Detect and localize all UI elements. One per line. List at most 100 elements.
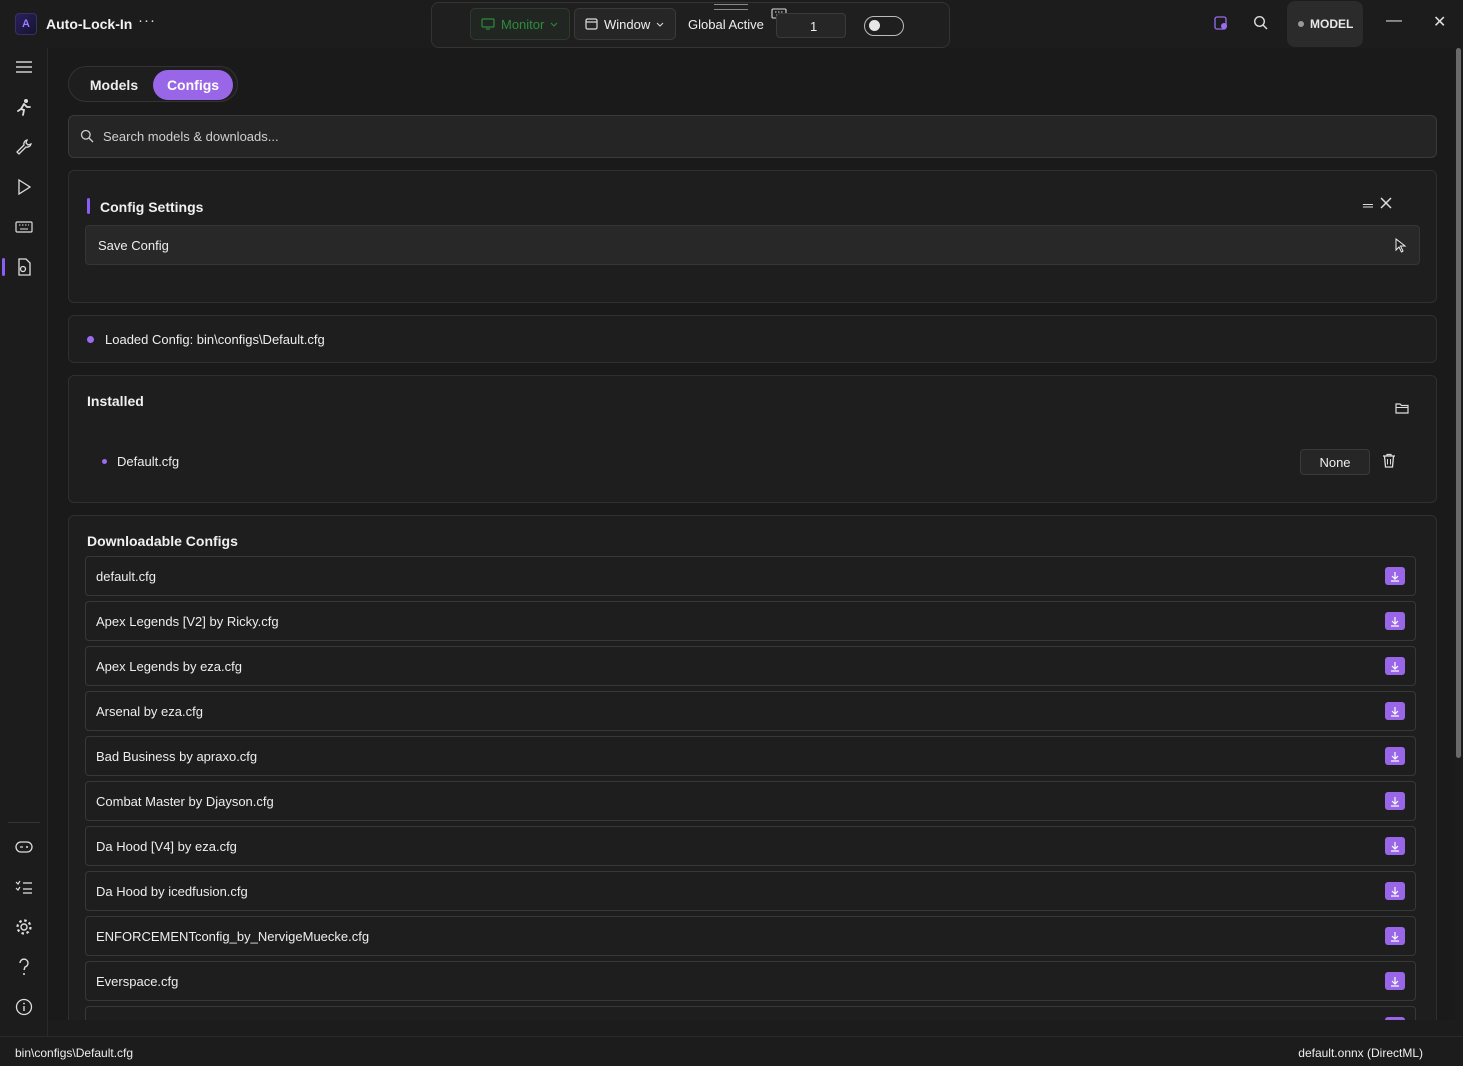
download-config-row[interactable]: Da Hood [V4] by eza.cfg xyxy=(85,826,1416,866)
more-menu-button[interactable]: ··· xyxy=(138,12,156,29)
status-model-info: default.onnx (DirectML) xyxy=(1298,1046,1423,1060)
download-config-name: ENFORCEMENTconfig_by_NervigeMuecke.cfg xyxy=(96,928,370,944)
download-config-row[interactable]: Everspace.cfg xyxy=(85,961,1416,1001)
search-icon xyxy=(80,129,94,143)
hotkey-input[interactable]: 1 xyxy=(776,13,846,38)
screen-record-icon[interactable] xyxy=(1213,15,1229,31)
download-config-row[interactable]: Arsenal by eza.cfg xyxy=(85,691,1416,731)
download-icon xyxy=(1391,841,1399,852)
download-icon xyxy=(1391,706,1399,717)
download-config-name: Combat Master by Djayson.cfg xyxy=(96,793,274,809)
scrollbar[interactable] xyxy=(1456,48,1461,758)
tab-configs[interactable]: Configs xyxy=(153,70,233,100)
search-icon[interactable] xyxy=(1253,15,1269,31)
minimize-button[interactable]: — xyxy=(1386,12,1402,30)
window-icon xyxy=(585,18,598,30)
sidebar-divider xyxy=(8,822,40,823)
gear-icon[interactable] xyxy=(15,918,33,936)
config-settings-title: Config Settings xyxy=(100,199,204,215)
runner-icon[interactable] xyxy=(15,98,33,116)
search-bar xyxy=(68,115,1437,158)
download-config-name: Everspace.cfg xyxy=(96,973,179,989)
download-config-row[interactable] xyxy=(85,1006,1416,1020)
download-icon xyxy=(1391,796,1399,807)
loaded-config-text: Loaded Config: bin\configs\Default.cfg xyxy=(105,331,325,347)
title-bar: A Auto-Lock-In ··· Monitor Window Global… xyxy=(0,0,1463,48)
download-button[interactable] xyxy=(1385,927,1405,945)
download-button[interactable] xyxy=(1385,837,1405,855)
download-config-name: Arsenal by eza.cfg xyxy=(96,703,203,719)
window-select-button[interactable]: Window xyxy=(574,8,676,40)
download-config-name: Apex Legends by eza.cfg xyxy=(96,658,242,674)
app-logo: A xyxy=(15,13,37,35)
wrench-icon[interactable] xyxy=(15,138,33,156)
installed-item[interactable]: Default.cfg xyxy=(102,454,179,469)
close-icon[interactable] xyxy=(1379,196,1393,210)
download-icon xyxy=(1391,886,1399,897)
window-label: Window xyxy=(604,16,651,32)
chevron-down-icon xyxy=(656,22,664,27)
folder-icon[interactable] xyxy=(1395,402,1409,414)
download-config-name: default.cfg xyxy=(96,568,156,584)
search-input[interactable] xyxy=(103,116,1403,157)
download-config-row[interactable]: ENFORCEMENTconfig_by_NervigeMuecke.cfg xyxy=(85,916,1416,956)
config-settings-panel: Config Settings ═ Save Config xyxy=(68,170,1437,303)
download-icon xyxy=(1391,976,1399,987)
tab-models[interactable]: Models xyxy=(75,70,153,100)
download-icon xyxy=(1391,751,1399,762)
download-button[interactable] xyxy=(1385,882,1405,900)
download-config-name: Apex Legends [V2] by Ricky.cfg xyxy=(96,613,279,629)
play-icon[interactable] xyxy=(15,178,33,196)
download-button[interactable] xyxy=(1385,1017,1405,1020)
model-status-button[interactable]: MODEL xyxy=(1287,1,1363,47)
close-window-button[interactable]: ✕ xyxy=(1433,12,1446,32)
sidebar xyxy=(0,48,48,1036)
download-config-row[interactable]: Bad Business by apraxo.cfg xyxy=(85,736,1416,776)
download-config-row[interactable]: Apex Legends [V2] by Ricky.cfg xyxy=(85,601,1416,641)
info-icon[interactable] xyxy=(15,998,33,1016)
drag-handle-icon[interactable] xyxy=(714,4,748,10)
download-button[interactable] xyxy=(1385,702,1405,720)
menu-icon[interactable] xyxy=(15,58,33,76)
tab-switcher: Models Configs xyxy=(68,66,238,102)
main-content: Models Configs Config Settings ═ Save Co… xyxy=(48,48,1455,1020)
monitor-label: Monitor xyxy=(501,16,545,32)
config-file-icon[interactable] xyxy=(15,258,33,276)
hotkey-binding-button[interactable]: None xyxy=(1300,449,1370,475)
app-title: Auto-Lock-In xyxy=(46,16,133,32)
downloadable-list: default.cfg Apex Legends [V2] by Ricky.cf… xyxy=(85,556,1416,1020)
save-config-button[interactable]: Save Config xyxy=(85,225,1420,265)
download-icon xyxy=(1391,661,1399,672)
checklist-icon[interactable] xyxy=(15,878,33,896)
downloadable-configs-panel: Downloadable Configs default.cfg Apex Leg… xyxy=(68,515,1437,1020)
download-button[interactable] xyxy=(1385,567,1405,585)
download-button[interactable] xyxy=(1385,792,1405,810)
download-icon xyxy=(1391,571,1399,582)
installed-panel: Installed Default.cfg None xyxy=(68,375,1437,503)
gamepad-icon[interactable] xyxy=(15,838,33,856)
download-button[interactable] xyxy=(1385,747,1405,765)
download-icon xyxy=(1391,931,1399,942)
collapse-button[interactable]: ═ xyxy=(1363,197,1373,213)
cursor-icon xyxy=(1395,238,1407,253)
status-bar: bin\configs\Default.cfg default.onnx (Di… xyxy=(0,1036,1463,1066)
download-config-row[interactable]: Apex Legends by eza.cfg xyxy=(85,646,1416,686)
download-config-row[interactable]: Da Hood by icedfusion.cfg xyxy=(85,871,1416,911)
global-active-label: Global Active xyxy=(688,17,764,32)
download-config-row[interactable]: Combat Master by Djayson.cfg xyxy=(85,781,1416,821)
download-config-name: Da Hood [V4] by eza.cfg xyxy=(96,838,237,854)
monitor-select-button[interactable]: Monitor xyxy=(470,8,570,40)
status-dot xyxy=(87,335,94,343)
model-status-dot xyxy=(1298,21,1304,27)
download-button[interactable] xyxy=(1385,612,1405,630)
global-active-toggle[interactable] xyxy=(864,16,904,36)
save-config-label: Save Config xyxy=(98,237,169,253)
model-label: MODEL xyxy=(1310,17,1354,31)
download-icon xyxy=(1391,616,1399,627)
download-button[interactable] xyxy=(1385,657,1405,675)
download-button[interactable] xyxy=(1385,972,1405,990)
help-icon[interactable] xyxy=(15,958,33,976)
download-config-row[interactable]: default.cfg xyxy=(85,556,1416,596)
keyboard-icon[interactable] xyxy=(15,218,33,236)
trash-icon[interactable] xyxy=(1382,453,1396,468)
